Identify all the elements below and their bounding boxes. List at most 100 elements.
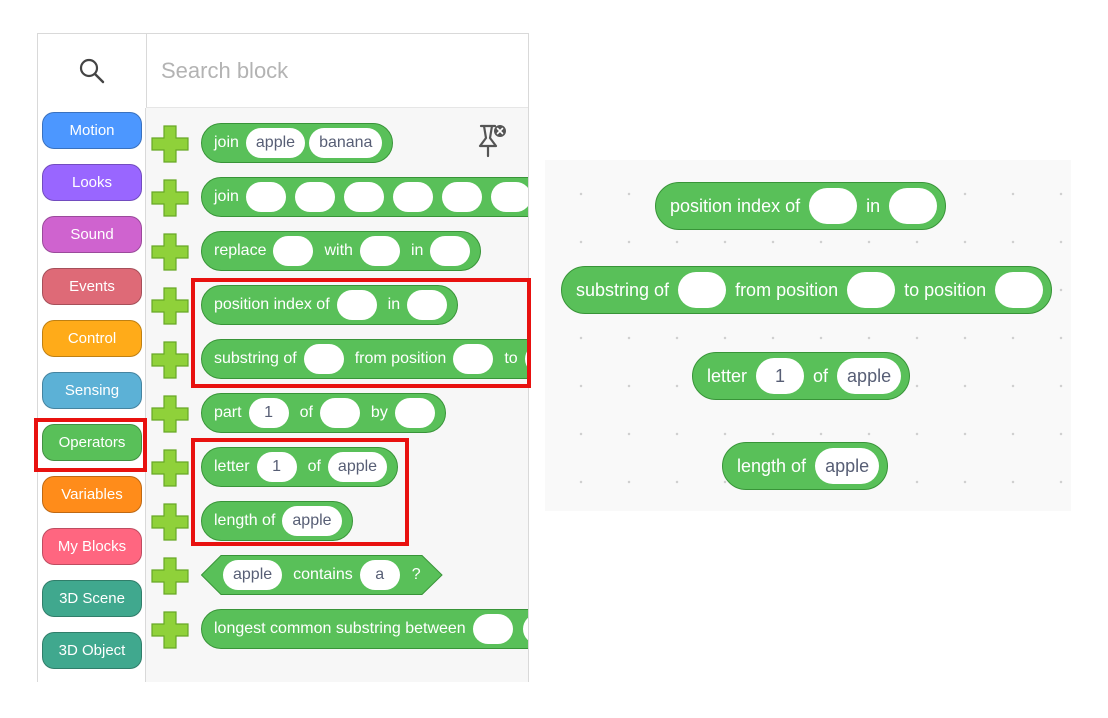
substring-block[interactable]: substring of from position to	[201, 339, 528, 379]
add-block-plus-icon[interactable]	[150, 340, 190, 380]
text-input[interactable]	[294, 182, 335, 212]
search-bar	[146, 34, 528, 108]
text-input[interactable]	[678, 272, 727, 308]
text-input[interactable]: apple	[327, 452, 388, 482]
text-input[interactable]	[394, 398, 435, 428]
text-input[interactable]: apple	[223, 560, 283, 590]
block-label: of	[299, 404, 313, 421]
part-block[interactable]: part 1 of by	[201, 393, 446, 433]
category-sound[interactable]: Sound	[42, 216, 142, 253]
category-looks[interactable]: Looks	[42, 164, 142, 201]
category-my-blocks[interactable]: My Blocks	[42, 528, 142, 565]
add-block-plus-icon[interactable]	[150, 556, 190, 596]
unpin-icon[interactable]	[475, 122, 509, 160]
search-button[interactable]	[38, 34, 146, 108]
category-control[interactable]: Control	[42, 320, 142, 357]
text-input[interactable]	[809, 188, 858, 224]
text-input[interactable]	[995, 272, 1044, 308]
text-input[interactable]	[343, 182, 384, 212]
category-3d-object[interactable]: 3D Object	[42, 632, 142, 669]
block-label: contains	[293, 566, 353, 583]
block-label: longest common substring between	[214, 620, 466, 637]
block-label: substring of	[214, 350, 297, 367]
text-input[interactable]	[490, 182, 528, 212]
category-list: Motion Looks Sound Events Control Sensin…	[38, 108, 146, 682]
search-input[interactable]	[161, 57, 461, 84]
block-label: of	[813, 365, 829, 386]
add-block-plus-icon[interactable]	[150, 286, 190, 326]
text-input[interactable]	[273, 236, 314, 266]
text-input[interactable]	[319, 398, 360, 428]
block-label: from position	[354, 350, 447, 367]
block-label: ?	[411, 566, 421, 583]
text-input[interactable]	[453, 344, 494, 374]
script-workspace[interactable]: position index of in substring of from p…	[545, 160, 1071, 511]
block-label: join	[214, 188, 239, 205]
text-input[interactable]	[847, 272, 896, 308]
category-3d-scene[interactable]: 3D Scene	[42, 580, 142, 617]
letter-of-block[interactable]: letter 1 of apple	[692, 352, 911, 400]
add-block-plus-icon[interactable]	[150, 178, 190, 218]
text-input[interactable]: apple	[245, 128, 306, 158]
text-input[interactable]: apple	[282, 506, 342, 536]
join-multi-block[interactable]: join	[201, 177, 528, 217]
block-label: with	[324, 242, 353, 259]
block-label: of	[307, 458, 321, 475]
category-motion[interactable]: Motion	[42, 112, 142, 149]
add-block-plus-icon[interactable]	[150, 448, 190, 488]
block-label: letter	[214, 458, 250, 475]
category-events[interactable]: Events	[42, 268, 142, 305]
number-input[interactable]: 1	[256, 452, 297, 482]
text-input[interactable]: apple	[815, 448, 880, 484]
position-index-block[interactable]: position index of in	[655, 182, 947, 230]
block-label: to position	[904, 279, 987, 300]
text-input[interactable]	[524, 344, 528, 374]
add-block-plus-icon[interactable]	[150, 502, 190, 542]
block-label: position index of	[670, 195, 801, 216]
block-palette: Motion Looks Sound Events Control Sensin…	[37, 33, 529, 682]
text-input[interactable]	[359, 236, 400, 266]
add-block-plus-icon[interactable]	[150, 610, 190, 650]
block-label: in	[866, 195, 881, 216]
add-block-plus-icon[interactable]	[150, 232, 190, 272]
letter-of-block[interactable]: letter 1 of apple	[201, 447, 399, 487]
block-label: replace	[214, 242, 267, 259]
blocks-list: join apple banana join replace with in p…	[146, 108, 528, 682]
block-label: from position	[735, 279, 839, 300]
block-label: position index of	[214, 296, 330, 313]
add-block-plus-icon[interactable]	[150, 124, 190, 164]
number-input[interactable]: 1	[248, 398, 289, 428]
text-input[interactable]	[430, 236, 471, 266]
length-of-block[interactable]: length of apple	[201, 501, 353, 541]
text-input[interactable]	[303, 344, 344, 374]
category-operators[interactable]: Operators	[42, 424, 142, 461]
block-label: join	[214, 134, 239, 151]
text-input[interactable]	[336, 290, 377, 320]
block-label: substring of	[576, 279, 670, 300]
text-input[interactable]	[889, 188, 938, 224]
position-index-block[interactable]: position index of in	[201, 285, 459, 325]
join-block[interactable]: join apple banana	[201, 123, 394, 163]
number-input[interactable]: 1	[756, 358, 805, 394]
category-sensing[interactable]: Sensing	[42, 372, 142, 409]
text-input[interactable]: banana	[309, 128, 383, 158]
contains-block[interactable]: apple contains a ?	[201, 555, 443, 595]
text-input[interactable]	[441, 182, 482, 212]
text-input[interactable]: apple	[837, 358, 902, 394]
category-variables[interactable]: Variables	[42, 476, 142, 513]
longest-common-substring-block[interactable]: longest common substring between	[201, 609, 528, 649]
text-input[interactable]	[472, 614, 513, 644]
substring-block[interactable]: substring of from position to position	[561, 266, 1053, 314]
block-label: length of	[214, 512, 276, 529]
text-input[interactable]	[245, 182, 286, 212]
text-input[interactable]	[522, 614, 528, 644]
length-of-block[interactable]: length of apple	[722, 442, 889, 490]
text-input[interactable]	[407, 290, 448, 320]
block-label: letter	[707, 365, 748, 386]
text-input[interactable]	[392, 182, 433, 212]
text-input[interactable]: a	[359, 560, 400, 590]
add-block-plus-icon[interactable]	[150, 394, 190, 434]
block-label: in	[410, 242, 424, 259]
replace-block[interactable]: replace with in	[201, 231, 482, 271]
block-label: length of	[737, 455, 807, 476]
